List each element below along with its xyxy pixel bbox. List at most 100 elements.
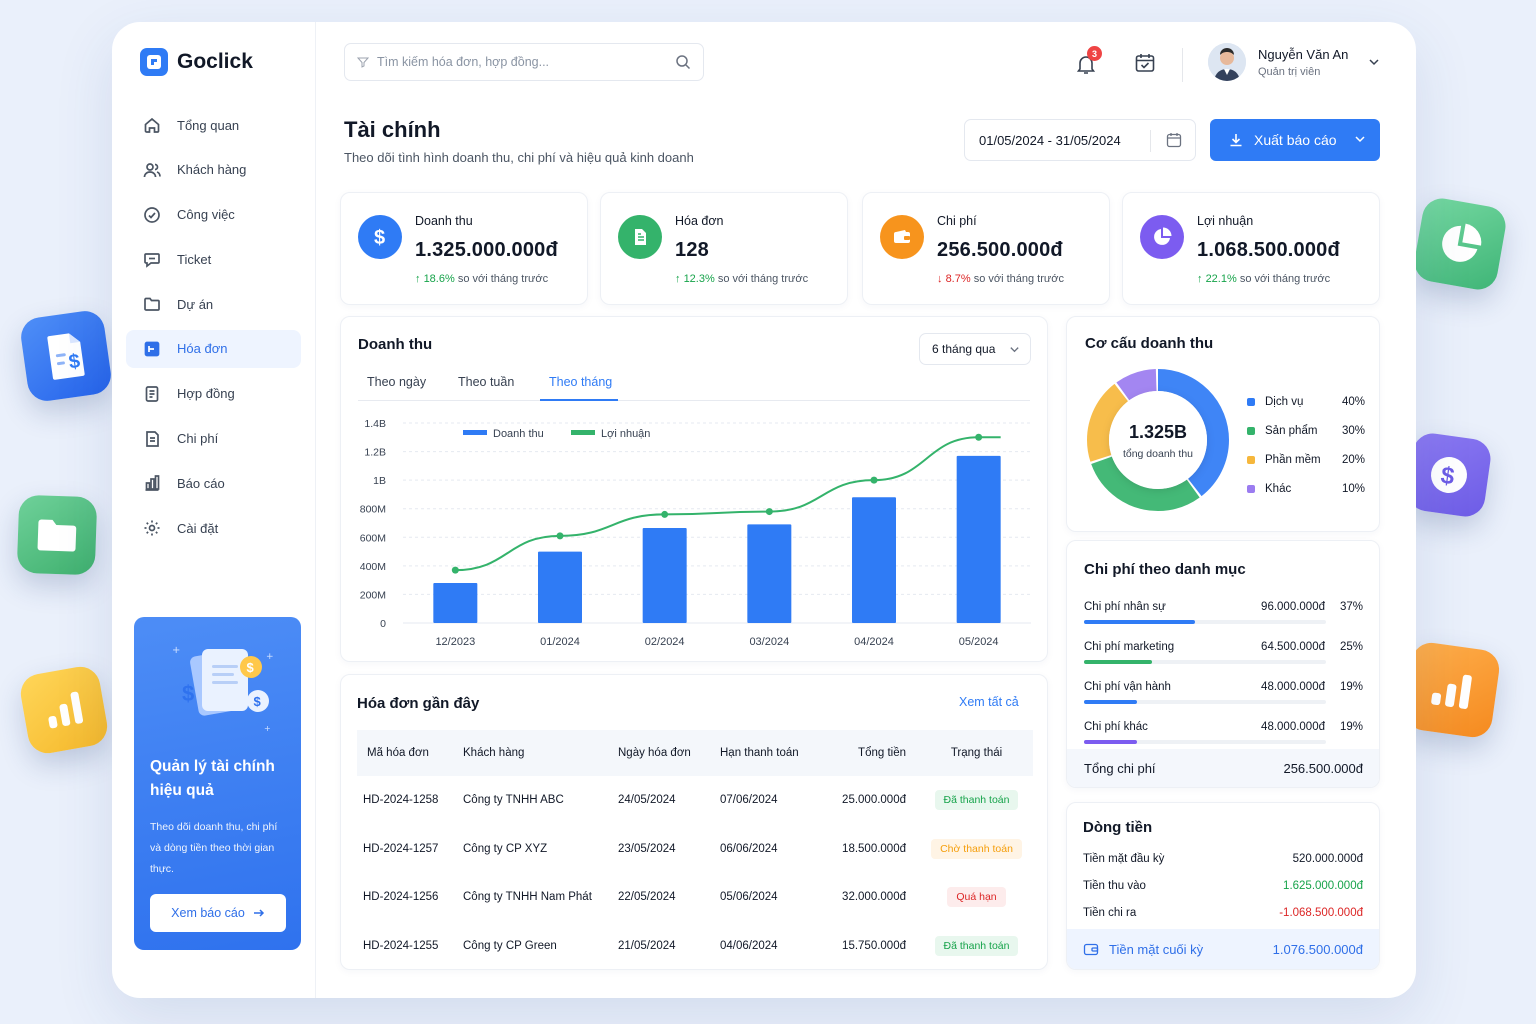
wallet-icon	[880, 215, 924, 259]
sidebar-item-label: Hóa đơn	[177, 341, 228, 357]
sidebar-item-khach-hang[interactable]: Khách hàng	[126, 151, 301, 189]
sidebar-item-bao-cao[interactable]: Báo cáo	[126, 464, 301, 502]
table-row[interactable]: HD-2024-1257 Công ty CP XYZ 23/05/2024 06/0…	[357, 825, 1033, 874]
active-tab-indicator	[540, 399, 618, 401]
sidebar-item-hoa-don[interactable]: Hóa đơn	[126, 329, 301, 368]
contract-icon	[145, 385, 159, 402]
line-point	[765, 508, 773, 516]
stat-delta: ↑ 12.3% so với tháng trước	[675, 273, 809, 285]
svg-text:$: $	[182, 681, 194, 706]
column-header[interactable]: Tổng tiền	[825, 730, 920, 776]
invoice-status-cell: Chờ thanh toán	[920, 825, 1033, 874]
sidebar: Goclick Tổng quan Khách hàng Công việc T…	[112, 22, 316, 998]
view-all-link[interactable]: Xem tất cả	[959, 695, 1019, 709]
sidebar-item-du-an[interactable]: Dự án	[126, 285, 301, 323]
search-input[interactable]	[377, 55, 667, 69]
search-icon[interactable]	[675, 54, 691, 70]
recent-invoices-card: Hóa đơn gần đây Xem tất cả Mã hóa đơn Kh…	[340, 674, 1048, 970]
calendar-button[interactable]	[1134, 52, 1156, 74]
expense-bar-fill	[1084, 660, 1152, 664]
sidebar-item-tong-quan[interactable]: Tổng quan	[126, 106, 301, 144]
view-report-label: Xem báo cáo	[171, 906, 245, 920]
page-subtitle: Theo dõi tình hình doanh thu, chi phí và…	[344, 150, 694, 165]
brand[interactable]: Goclick	[126, 46, 301, 78]
column-header[interactable]: Hạn thanh toán	[720, 730, 825, 776]
structure-legend: Dịch vụ 40% Sản phẩm 30% Phần mềm 20% Khác 1…	[1247, 387, 1365, 503]
dollar-icon: $	[358, 215, 402, 259]
line-point	[661, 510, 669, 518]
invoice-id: HD-2024-1255	[363, 939, 439, 952]
table-row[interactable]: HD-2024-1258 Công ty TNHH ABC 24/05/2024 07…	[357, 776, 1033, 825]
search-bar[interactable]	[344, 43, 704, 81]
calendar-check-icon	[1135, 54, 1155, 72]
view-report-button[interactable]: Xem báo cáo	[150, 894, 286, 932]
sidebar-item-label: Công việc	[177, 207, 235, 223]
bar-chart-float-icon	[17, 663, 111, 757]
expense-icon	[146, 430, 159, 447]
expense-bar-track	[1084, 700, 1326, 704]
donut-center-value: 1.325B	[1129, 422, 1187, 442]
promo-card: + + + $ $ $ Quản lý tài chính hiệu quả T…	[134, 617, 301, 950]
range-select[interactable]: 6 tháng qua	[919, 333, 1031, 365]
cashflow-row: Tiền chi ra -1.068.500.000đ	[1083, 907, 1363, 919]
status-badge: Đã thanh toán	[934, 935, 1019, 956]
tab-theo-thang[interactable]: Theo tháng	[549, 375, 612, 389]
invoice-customer: Công ty TNHH ABC	[463, 794, 564, 807]
expense-label: Chi phí vận hành	[1084, 681, 1171, 693]
y-tick-label: 0	[380, 618, 386, 630]
invoice-id: HD-2024-1256	[363, 891, 439, 904]
sidebar-item-chi-phi[interactable]: Chi phí	[126, 420, 301, 458]
brand-logo-icon	[140, 48, 168, 76]
legend-swatch	[1247, 484, 1255, 493]
status-badge: Đã thanh toán	[934, 790, 1019, 811]
svg-text:+: +	[266, 652, 274, 662]
expense-bar-track	[1084, 660, 1326, 664]
chevron-down-icon	[1369, 59, 1379, 66]
chevron-down-icon	[1355, 136, 1365, 143]
notification-badge: 3	[1087, 46, 1102, 61]
column-header[interactable]: Trạng thái	[920, 730, 1033, 776]
column-header[interactable]: Khách hàng	[463, 730, 618, 776]
column-header[interactable]: Mã hóa đơn	[357, 730, 463, 776]
export-label: Xuất báo cáo	[1254, 132, 1337, 148]
document-icon	[618, 215, 662, 259]
stat-delta: ↑ 22.1% so với tháng trước	[1197, 273, 1331, 285]
invoice-date: 22/05/2024	[618, 891, 676, 904]
sidebar-item-ticket[interactable]: Ticket	[126, 240, 301, 278]
sidebar-item-hop-dong[interactable]: Hợp đồng	[126, 375, 301, 413]
stat-delta: ↓ 8.7% so với tháng trước	[937, 273, 1064, 285]
invoice-customer: Công ty CP Green	[463, 939, 557, 952]
table-row[interactable]: HD-2024-1255 Công ty CP Green 21/05/2024 04…	[357, 922, 1033, 970]
x-tick-label: 02/2024	[645, 636, 685, 648]
table-row[interactable]: HD-2024-1256 Công ty TNHH Nam Phát 22/05/2…	[357, 873, 1033, 922]
line-point	[975, 433, 983, 441]
invoices-title: Hóa đơn gần đây	[357, 695, 480, 712]
invoice-total: 25.000.000đ	[842, 794, 906, 807]
sidebar-item-cong-viec[interactable]: Công việc	[126, 196, 301, 234]
tab-theo-ngay[interactable]: Theo ngày	[367, 375, 426, 389]
status-badge: Quá hạn	[947, 887, 1006, 908]
stat-card-profit: Lợi nhuận 1.068.500.000đ ↑ 22.1% so với …	[1122, 192, 1380, 305]
series-line	[455, 436, 1001, 572]
y-tick-label: 1.4B	[364, 418, 386, 430]
donut-center-label: tổng doanh thu	[1123, 448, 1193, 460]
invoice-date: 24/05/2024	[618, 794, 676, 807]
invoice-customer: Công ty TNHH Nam Phát	[463, 891, 592, 904]
expense-row: Chi phí vận hành 48.000.000đ 19%	[1084, 681, 1363, 719]
notification-button[interactable]: 3	[1074, 46, 1102, 76]
tab-theo-tuan[interactable]: Theo tuần	[458, 375, 514, 389]
export-report-button[interactable]: Xuất báo cáo	[1210, 119, 1380, 161]
sidebar-item-cai-dat[interactable]: Cài đặt	[126, 509, 301, 547]
expense-bar-track	[1084, 620, 1326, 624]
invoice-id: HD-2024-1257	[363, 842, 439, 855]
expense-label: Chi phí nhân sự	[1084, 601, 1166, 613]
user-menu[interactable]: Nguyễn Văn An Quản trị viên	[1208, 43, 1380, 81]
line-point	[556, 532, 564, 540]
date-range-picker[interactable]: 01/05/2024 - 31/05/2024	[964, 119, 1196, 161]
column-header[interactable]: Ngày hóa đơn	[618, 730, 720, 776]
pie-chart-icon	[1140, 215, 1184, 259]
stat-card-invoices: Hóa đơn 128 ↑ 12.3% so với tháng trước	[600, 192, 848, 305]
stat-value: 1.068.500.000đ	[1197, 239, 1340, 261]
structure-title: Cơ cấu doanh thu	[1085, 335, 1214, 352]
main-content: 3 Nguyễn Văn An Quản trị viên Tài chính …	[316, 22, 1416, 998]
